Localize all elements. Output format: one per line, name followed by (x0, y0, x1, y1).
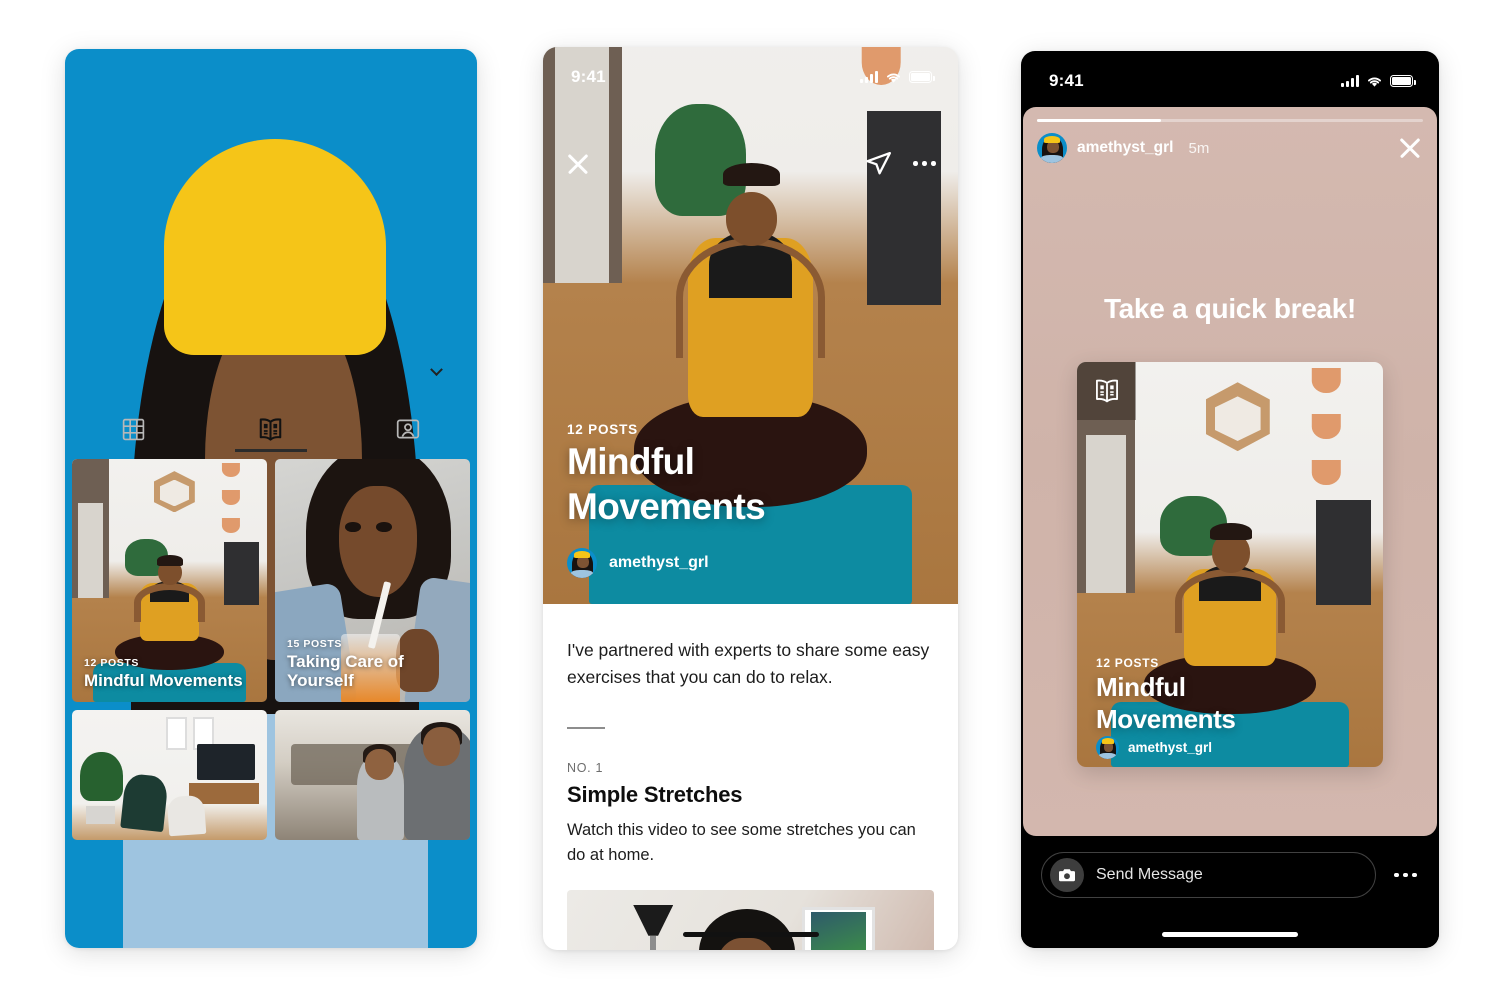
story-timestamp: 5m (1188, 139, 1210, 157)
shared-card-author: amethyst_grl (1096, 736, 1212, 759)
profile-header: 115 Posts 500k Followers 800 Following (65, 49, 477, 948)
section-media[interactable] (567, 890, 934, 950)
shared-guide-card[interactable]: 12 POSTS Mindful Movements amethyst_grl (1077, 362, 1383, 767)
battery-icon (1390, 75, 1416, 87)
story-footer: Send Message (1021, 836, 1439, 948)
home-indicator (682, 932, 819, 937)
author-avatar (567, 548, 597, 578)
paper-plane-icon[interactable] (864, 149, 893, 178)
story-message-row: Send Message (1021, 836, 1439, 898)
status-time: 9:41 (571, 67, 606, 86)
tab-grid[interactable] (65, 407, 202, 451)
story-canvas[interactable]: amethyst_grl 5m Take a quick break! 12 P… (1023, 107, 1437, 836)
grid-icon (122, 418, 145, 440)
author-username: amethyst_grl (609, 554, 709, 571)
status-icons (860, 71, 935, 84)
guide-hero: 9:41 12 POSTS Mindful Movements amethyst… (543, 47, 958, 604)
guide-icon (1095, 379, 1118, 403)
story-header: amethyst_grl 5m (1037, 133, 1423, 163)
profile-tabs (65, 407, 477, 452)
ellipsis-horizontal-icon[interactable] (913, 161, 936, 166)
guide-intro-text: I've partnered with experts to share som… (567, 640, 930, 687)
guide-icon (260, 417, 282, 441)
message-placeholder: Send Message (1096, 866, 1203, 883)
story-username[interactable]: amethyst_grl (1077, 139, 1173, 157)
section-divider (567, 727, 605, 730)
guide-title-line-2: Movements (567, 486, 766, 527)
camera-icon[interactable] (1050, 858, 1084, 892)
guide-post-count: 12 POSTS (1096, 656, 1159, 670)
profile-avatar[interactable] (65, 49, 477, 948)
guide-card[interactable] (275, 710, 470, 840)
close-x-icon[interactable] (565, 151, 591, 177)
guide-card[interactable]: 12 POSTS Mindful Movements (72, 459, 267, 702)
status-bar: 9:41 (543, 47, 958, 103)
home-indicator (1162, 932, 1298, 937)
ellipsis-horizontal-icon[interactable] (1394, 872, 1417, 878)
mockup-stage: 9:41 amethyst_grl 115 (0, 0, 1500, 1001)
author-avatar (1096, 736, 1119, 759)
section-number: NO. 1 (567, 761, 604, 776)
guide-body: I've partnered with experts to share som… (543, 604, 958, 950)
guide-card-caption: 15 POSTS Taking Care of Yourself (287, 638, 460, 690)
wifi-icon (1368, 77, 1381, 87)
guide-post-count: 12 POSTS (84, 657, 139, 669)
guide-title: Taking Care of Yourself (287, 652, 404, 690)
guide-card[interactable]: 15 POSTS Taking Care of Yourself (275, 459, 470, 702)
guide-badge (1077, 362, 1136, 420)
cellular-bars-icon (860, 71, 878, 83)
phone-profile-screen: 9:41 amethyst_grl 115 (65, 49, 477, 948)
story-avatar[interactable] (1037, 133, 1067, 163)
wifi-icon (887, 73, 900, 83)
close-x-icon[interactable] (1397, 135, 1423, 161)
guide-post-count: 15 POSTS (287, 638, 342, 650)
battery-icon (909, 71, 935, 83)
status-bar: 9:41 (1021, 51, 1439, 107)
guide-title-line-2: Movements (1096, 703, 1236, 734)
guide-hero-caption: 12 POSTS Mindful Movements amethyst_grl (567, 422, 934, 578)
guide-top-controls (543, 149, 958, 178)
tab-tagged[interactable] (340, 407, 477, 451)
guide-card-caption: 12 POSTS Mindful Movements (84, 657, 257, 690)
guide-right-controls (864, 149, 936, 178)
section-text: Watch this video to see some stretches y… (567, 821, 916, 865)
tagged-icon (397, 419, 420, 439)
shared-card-caption: 12 POSTS Mindful Movements (1096, 656, 1367, 733)
phone-guide-screen: 9:41 12 POSTS Mindful Movements amethyst… (543, 47, 958, 950)
story-progress-bar (1037, 119, 1423, 122)
guide-card[interactable] (72, 710, 267, 840)
guide-title-line-1: Mindful (567, 441, 695, 482)
status-icons (1341, 75, 1416, 88)
author-username: amethyst_grl (1128, 740, 1213, 755)
story-headline: Take a quick break! (1103, 293, 1357, 324)
guide-title-line-1: Mindful (1096, 672, 1186, 702)
status-time: 9:41 (1049, 71, 1084, 90)
tab-guides[interactable] (202, 407, 339, 451)
phone-story-screen: 9:41 amethyst_grl 5m Take a quick break!… (1021, 51, 1439, 948)
guide-post-count: 12 POSTS (567, 422, 638, 437)
send-message-input[interactable]: Send Message (1041, 852, 1377, 898)
guide-author[interactable]: amethyst_grl (567, 548, 934, 578)
cellular-bars-icon (1341, 75, 1359, 87)
section-title: Simple Stretches (567, 782, 743, 808)
guide-title: Mindful Movements (84, 671, 243, 690)
